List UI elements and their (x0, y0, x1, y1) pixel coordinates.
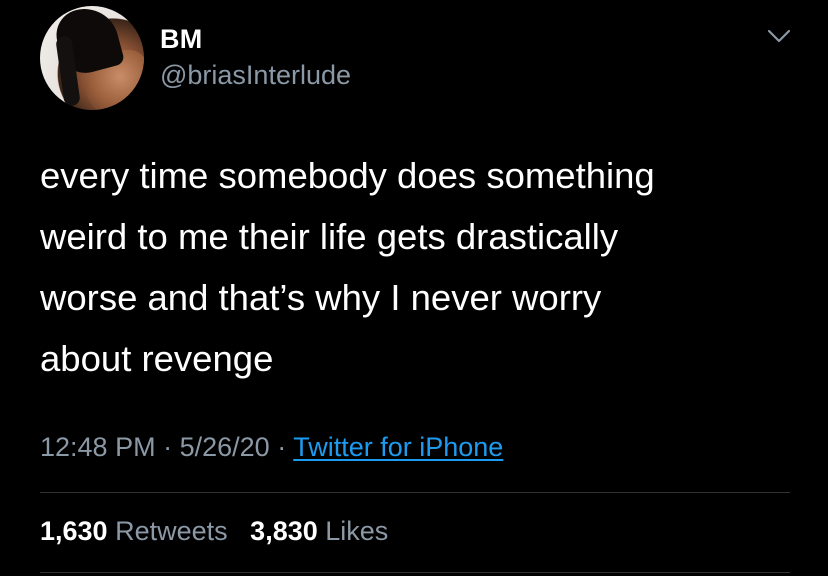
display-name[interactable]: BM (160, 24, 202, 55)
chevron-down-icon[interactable] (766, 26, 792, 46)
divider (40, 492, 790, 493)
tweet-date[interactable]: 5/26/20 (180, 432, 270, 462)
meta-separator: · (163, 432, 173, 462)
likes-count: 3,830 (250, 516, 318, 546)
likes-label: Likes (325, 516, 389, 546)
avatar[interactable] (40, 6, 144, 110)
user-handle[interactable]: @briasInterlude (160, 60, 351, 91)
tweet-stats: 1,630 Retweets 3,830 Likes (40, 516, 388, 547)
tweet-text: every time somebody does something weird… (40, 155, 655, 379)
tweet-card: BM @briasInterlude every time somebody d… (0, 0, 828, 576)
retweets-label: Retweets (115, 516, 228, 546)
retweets-count: 1,630 (40, 516, 108, 546)
retweets-stat[interactable]: 1,630 Retweets (40, 516, 228, 546)
divider (40, 572, 790, 573)
tweet-source-link[interactable]: Twitter for iPhone (293, 432, 503, 462)
likes-stat[interactable]: 3,830 Likes (250, 516, 388, 546)
meta-separator: · (277, 432, 287, 462)
tweet-metadata: 12:48 PM · 5/26/20 · Twitter for iPhone (40, 432, 503, 463)
tweet-time[interactable]: 12:48 PM (40, 432, 156, 462)
